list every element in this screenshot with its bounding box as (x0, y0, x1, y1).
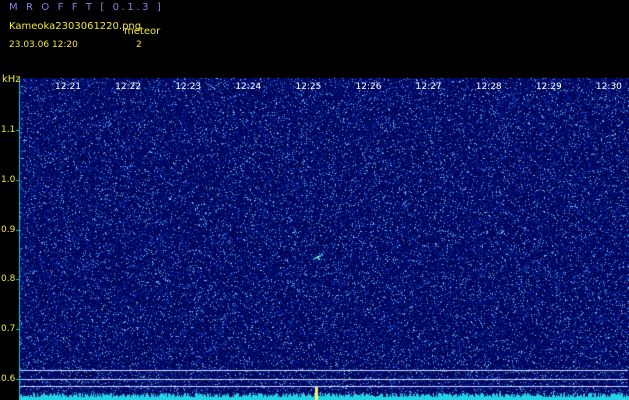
time-tick-label: 12:27 (415, 82, 442, 92)
frequency-unit-label: kHz (2, 74, 21, 85)
frequency-tick-label: 0.6 (1, 374, 16, 384)
time-tick-label: 12:24 (235, 82, 262, 92)
frequency-tick-label: 0.7 (1, 324, 16, 335)
app-title: M R O F F T [ 0.1.3 ] (9, 2, 164, 13)
meteor-label: meteor (124, 26, 161, 37)
time-tick-label: 12:30 (595, 82, 622, 92)
frequency-tick-label: 0.8 (1, 274, 16, 285)
time-tick-label: 12:25 (295, 82, 322, 92)
frequency-tick-label: 1.1 (1, 125, 16, 135)
frequency-tick-label: 1.0 (1, 174, 16, 185)
meteor-count: 2 (136, 40, 142, 50)
observation-datetime: 23.03.06 12:20 (9, 40, 78, 50)
time-tick-label: 12:21 (55, 82, 81, 92)
file-name: Kameoka2303061220.png (9, 21, 142, 32)
time-tick-label: 12:22 (115, 82, 142, 92)
time-tick-label: 12:29 (535, 82, 562, 92)
time-tick-label: 12:28 (475, 82, 502, 92)
spectrogram-canvas (0, 0, 629, 400)
frequency-tick-label: 0.9 (1, 224, 16, 235)
time-tick-label: 12:23 (175, 82, 202, 92)
time-tick-label: 12:26 (355, 82, 382, 92)
mrofft-window: M R O F F T [ 0.1.3 ] Kameoka2303061220.… (0, 0, 629, 400)
